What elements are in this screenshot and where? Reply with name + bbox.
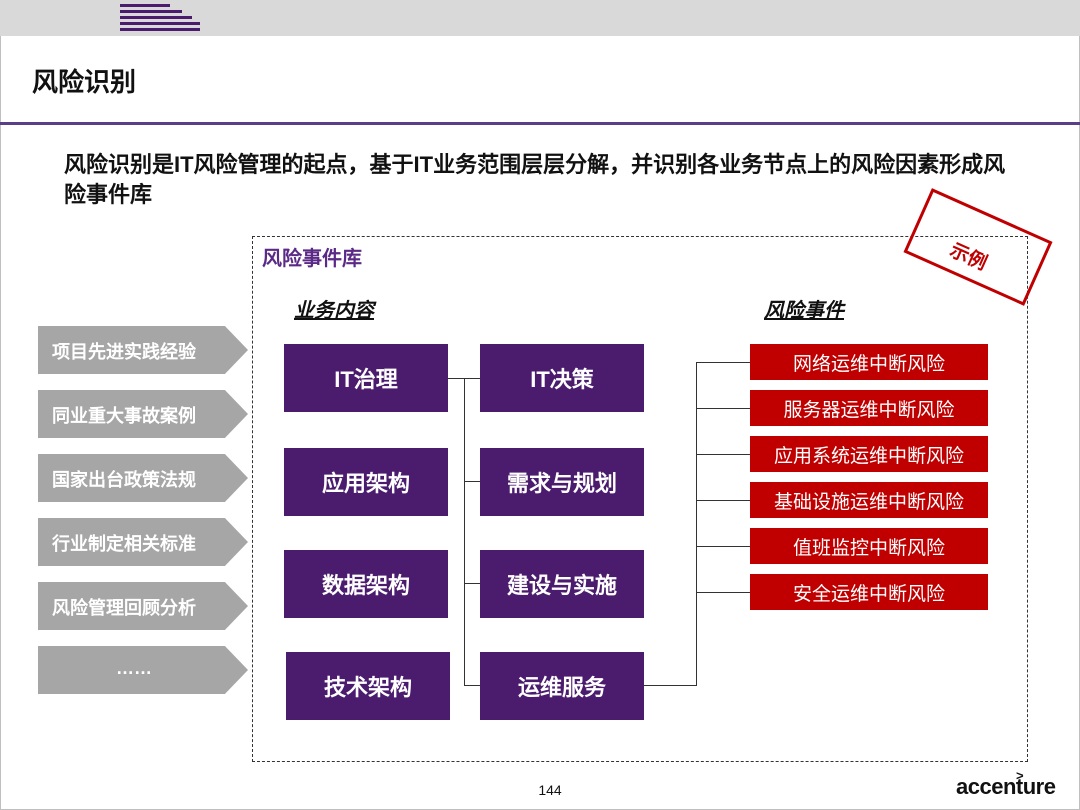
connector-line [464, 685, 480, 686]
brand-logo: accenture [956, 774, 1056, 799]
connector-line [464, 481, 480, 482]
source-label: 项目先进实践经验 [52, 342, 196, 362]
risk-event-box: 网络运维中断风险 [750, 344, 988, 380]
connector-line [696, 592, 750, 593]
source-label: 行业制定相关标准 [52, 534, 196, 554]
header-stripes-logo [120, 4, 200, 31]
risk-event-box: 应用系统运维中断风险 [750, 436, 988, 472]
risk-event-box: 基础设施运维中断风险 [750, 482, 988, 518]
business-box: 建设与实施 [480, 550, 644, 618]
source-arrow: 国家出台政策法规 [38, 454, 248, 502]
connector-line [696, 408, 750, 409]
connector-line [448, 378, 464, 379]
connector-line [696, 500, 750, 501]
business-box: 数据架构 [284, 550, 448, 618]
source-arrow: 风险管理回顾分析 [38, 582, 248, 630]
connector-line [696, 362, 750, 363]
risk-event-box: 服务器运维中断风险 [750, 390, 988, 426]
connector-line [464, 378, 465, 686]
source-arrow: 行业制定相关标准 [38, 518, 248, 566]
source-label: 同业重大事故案例 [52, 406, 196, 426]
title-divider [0, 122, 1080, 125]
business-box: IT决策 [480, 344, 644, 412]
connector-line [464, 378, 480, 379]
business-box: IT治理 [284, 344, 448, 412]
risk-event-box: 值班监控中断风险 [750, 528, 988, 564]
risk-event-box: 安全运维中断风险 [750, 574, 988, 610]
business-column-heading: 业务内容 [294, 300, 374, 322]
connector-line [464, 583, 480, 584]
risk-column-heading: 风险事件 [764, 300, 844, 322]
connector-line [696, 362, 697, 686]
risk-library-title: 风险事件库 [262, 248, 362, 270]
page-title: 风险识别 [32, 67, 137, 97]
business-box: 应用架构 [284, 448, 448, 516]
source-label: 风险管理回顾分析 [52, 598, 196, 618]
business-box: 需求与规划 [480, 448, 644, 516]
business-box: 技术架构 [286, 652, 450, 720]
source-label: 国家出台政策法规 [52, 470, 196, 490]
source-arrow: …… [38, 646, 248, 694]
lead-text: 风险识别是IT风险管理的起点，基于IT业务范围层层分解，并识别各业务节点上的风险… [64, 152, 1006, 207]
connector-line [696, 546, 750, 547]
source-arrow: 项目先进实践经验 [38, 326, 248, 374]
connector-line [696, 454, 750, 455]
source-label: …… [116, 658, 152, 678]
page-number: 144 [538, 782, 562, 798]
source-arrow: 同业重大事故案例 [38, 390, 248, 438]
business-box: 运维服务 [480, 652, 644, 720]
connector-line [644, 685, 696, 686]
